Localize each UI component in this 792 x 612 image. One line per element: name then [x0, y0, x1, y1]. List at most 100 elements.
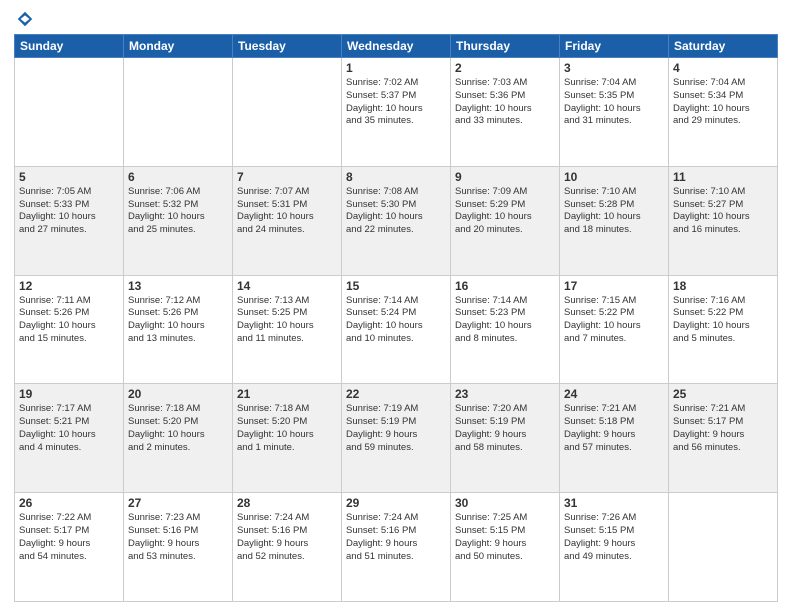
day-info: Sunrise: 7:18 AM Sunset: 5:20 PM Dayligh… — [128, 403, 228, 454]
calendar-cell: 5 Sunrise: 7:05 AM Sunset: 5:33 PM Daylig… — [15, 166, 124, 275]
day-number: 26 — [19, 496, 119, 510]
weekday-header: Tuesday — [233, 35, 342, 58]
calendar-cell: 1Sunrise: 7:02 AM Sunset: 5:37 PM Daylig… — [342, 58, 451, 167]
calendar-cell: 23Sunrise: 7:20 AM Sunset: 5:19 PM Dayli… — [451, 384, 560, 493]
day-number: 14 — [237, 279, 337, 293]
day-number: 3 — [564, 61, 664, 75]
day-number: 5 — [19, 170, 119, 184]
header — [14, 10, 778, 28]
calendar-cell: 25Sunrise: 7:21 AM Sunset: 5:17 PM Dayli… — [669, 384, 778, 493]
day-number: 18 — [673, 279, 773, 293]
calendar-cell: 3Sunrise: 7:04 AM Sunset: 5:35 PM Daylig… — [560, 58, 669, 167]
day-info: Sunrise: 7:24 AM Sunset: 5:16 PM Dayligh… — [346, 512, 446, 563]
day-number: 28 — [237, 496, 337, 510]
day-number: 31 — [564, 496, 664, 510]
calendar-cell — [15, 58, 124, 167]
day-info: Sunrise: 7:16 AM Sunset: 5:22 PM Dayligh… — [673, 295, 773, 346]
calendar-cell: 27Sunrise: 7:23 AM Sunset: 5:16 PM Dayli… — [124, 493, 233, 602]
calendar-cell: 24 Sunrise: 7:21 AM Sunset: 5:18 PM Dayli… — [560, 384, 669, 493]
day-info: Sunrise: 7:08 AM Sunset: 5:30 PM Dayligh… — [346, 186, 446, 237]
day-number: 12 — [19, 279, 119, 293]
calendar-cell: 15 Sunrise: 7:14 AM Sunset: 5:24 PM Dayli… — [342, 275, 451, 384]
day-info: Sunrise: 7:04 AM Sunset: 5:34 PM Dayligh… — [673, 77, 773, 128]
day-info: Sunrise: 7:03 AM Sunset: 5:36 PM Dayligh… — [455, 77, 555, 128]
calendar-cell: 30 Sunrise: 7:25 AM Sunset: 5:15 PM Dayli… — [451, 493, 560, 602]
day-number: 7 — [237, 170, 337, 184]
calendar-week-row: 12 Sunrise: 7:11 AM Sunset: 5:26 PM Dayli… — [15, 275, 778, 384]
calendar-cell: 10 Sunrise: 7:10 AM Sunset: 5:28 PM Dayli… — [560, 166, 669, 275]
day-info: Sunrise: 7:26 AM Sunset: 5:15 PM Dayligh… — [564, 512, 664, 563]
calendar-week-row: 1Sunrise: 7:02 AM Sunset: 5:37 PM Daylig… — [15, 58, 778, 167]
calendar-cell — [233, 58, 342, 167]
weekday-header: Monday — [124, 35, 233, 58]
day-number: 10 — [564, 170, 664, 184]
calendar-cell: 18 Sunrise: 7:16 AM Sunset: 5:22 PM Dayli… — [669, 275, 778, 384]
day-info: Sunrise: 7:15 AM Sunset: 5:22 PM Dayligh… — [564, 295, 664, 346]
calendar-cell — [124, 58, 233, 167]
day-info: Sunrise: 7:05 AM Sunset: 5:33 PM Dayligh… — [19, 186, 119, 237]
day-number: 9 — [455, 170, 555, 184]
logo — [14, 10, 36, 28]
day-info: Sunrise: 7:21 AM Sunset: 5:18 PM Dayligh… — [564, 403, 664, 454]
day-info: Sunrise: 7:07 AM Sunset: 5:31 PM Dayligh… — [237, 186, 337, 237]
day-info: Sunrise: 7:20 AM Sunset: 5:19 PM Dayligh… — [455, 403, 555, 454]
day-number: 21 — [237, 387, 337, 401]
day-info: Sunrise: 7:17 AM Sunset: 5:21 PM Dayligh… — [19, 403, 119, 454]
day-number: 29 — [346, 496, 446, 510]
day-info: Sunrise: 7:06 AM Sunset: 5:32 PM Dayligh… — [128, 186, 228, 237]
day-info: Sunrise: 7:25 AM Sunset: 5:15 PM Dayligh… — [455, 512, 555, 563]
day-number: 11 — [673, 170, 773, 184]
calendar-cell: 7 Sunrise: 7:07 AM Sunset: 5:31 PM Daylig… — [233, 166, 342, 275]
calendar-cell: 2 Sunrise: 7:03 AM Sunset: 5:36 PM Daylig… — [451, 58, 560, 167]
day-number: 17 — [564, 279, 664, 293]
day-number: 15 — [346, 279, 446, 293]
day-number: 6 — [128, 170, 228, 184]
calendar-cell: 31 Sunrise: 7:26 AM Sunset: 5:15 PM Dayli… — [560, 493, 669, 602]
day-info: Sunrise: 7:10 AM Sunset: 5:28 PM Dayligh… — [564, 186, 664, 237]
calendar-week-row: 19 Sunrise: 7:17 AM Sunset: 5:21 PM Dayli… — [15, 384, 778, 493]
calendar-cell: 14 Sunrise: 7:13 AM Sunset: 5:25 PM Dayli… — [233, 275, 342, 384]
day-number: 8 — [346, 170, 446, 184]
day-number: 4 — [673, 61, 773, 75]
day-info: Sunrise: 7:22 AM Sunset: 5:17 PM Dayligh… — [19, 512, 119, 563]
calendar-cell: 8 Sunrise: 7:08 AM Sunset: 5:30 PM Daylig… — [342, 166, 451, 275]
calendar-cell: 21 Sunrise: 7:18 AM Sunset: 5:20 PM Dayli… — [233, 384, 342, 493]
day-number: 24 — [564, 387, 664, 401]
day-number: 19 — [19, 387, 119, 401]
calendar-cell: 4 Sunrise: 7:04 AM Sunset: 5:34 PM Daylig… — [669, 58, 778, 167]
day-number: 1 — [346, 61, 446, 75]
weekday-header: Thursday — [451, 35, 560, 58]
calendar-cell: 12 Sunrise: 7:11 AM Sunset: 5:26 PM Dayli… — [15, 275, 124, 384]
day-number: 30 — [455, 496, 555, 510]
calendar-cell: 9 Sunrise: 7:09 AM Sunset: 5:29 PM Daylig… — [451, 166, 560, 275]
calendar-cell: 20 Sunrise: 7:18 AM Sunset: 5:20 PM Dayli… — [124, 384, 233, 493]
calendar-cell: 26 Sunrise: 7:22 AM Sunset: 5:17 PM Dayli… — [15, 493, 124, 602]
day-info: Sunrise: 7:11 AM Sunset: 5:26 PM Dayligh… — [19, 295, 119, 346]
day-info: Sunrise: 7:14 AM Sunset: 5:24 PM Dayligh… — [346, 295, 446, 346]
day-info: Sunrise: 7:18 AM Sunset: 5:20 PM Dayligh… — [237, 403, 337, 454]
calendar-week-row: 5 Sunrise: 7:05 AM Sunset: 5:33 PM Daylig… — [15, 166, 778, 275]
day-number: 20 — [128, 387, 228, 401]
weekday-header: Saturday — [669, 35, 778, 58]
calendar-cell: 16 Sunrise: 7:14 AM Sunset: 5:23 PM Dayli… — [451, 275, 560, 384]
calendar-cell: 13 Sunrise: 7:12 AM Sunset: 5:26 PM Dayli… — [124, 275, 233, 384]
day-number: 27 — [128, 496, 228, 510]
day-number: 2 — [455, 61, 555, 75]
day-number: 16 — [455, 279, 555, 293]
logo-icon — [16, 10, 34, 28]
day-info: Sunrise: 7:12 AM Sunset: 5:26 PM Dayligh… — [128, 295, 228, 346]
weekday-header: Wednesday — [342, 35, 451, 58]
weekday-header-row: SundayMondayTuesdayWednesdayThursdayFrid… — [15, 35, 778, 58]
day-info: Sunrise: 7:14 AM Sunset: 5:23 PM Dayligh… — [455, 295, 555, 346]
day-info: Sunrise: 7:10 AM Sunset: 5:27 PM Dayligh… — [673, 186, 773, 237]
calendar-cell: 17 Sunrise: 7:15 AM Sunset: 5:22 PM Dayli… — [560, 275, 669, 384]
day-info: Sunrise: 7:09 AM Sunset: 5:29 PM Dayligh… — [455, 186, 555, 237]
calendar-cell: 28 Sunrise: 7:24 AM Sunset: 5:16 PM Dayli… — [233, 493, 342, 602]
day-number: 22 — [346, 387, 446, 401]
calendar-table: SundayMondayTuesdayWednesdayThursdayFrid… — [14, 34, 778, 602]
day-info: Sunrise: 7:24 AM Sunset: 5:16 PM Dayligh… — [237, 512, 337, 563]
day-number: 13 — [128, 279, 228, 293]
calendar-cell: 6 Sunrise: 7:06 AM Sunset: 5:32 PM Daylig… — [124, 166, 233, 275]
calendar-cell: 29 Sunrise: 7:24 AM Sunset: 5:16 PM Dayli… — [342, 493, 451, 602]
day-info: Sunrise: 7:13 AM Sunset: 5:25 PM Dayligh… — [237, 295, 337, 346]
